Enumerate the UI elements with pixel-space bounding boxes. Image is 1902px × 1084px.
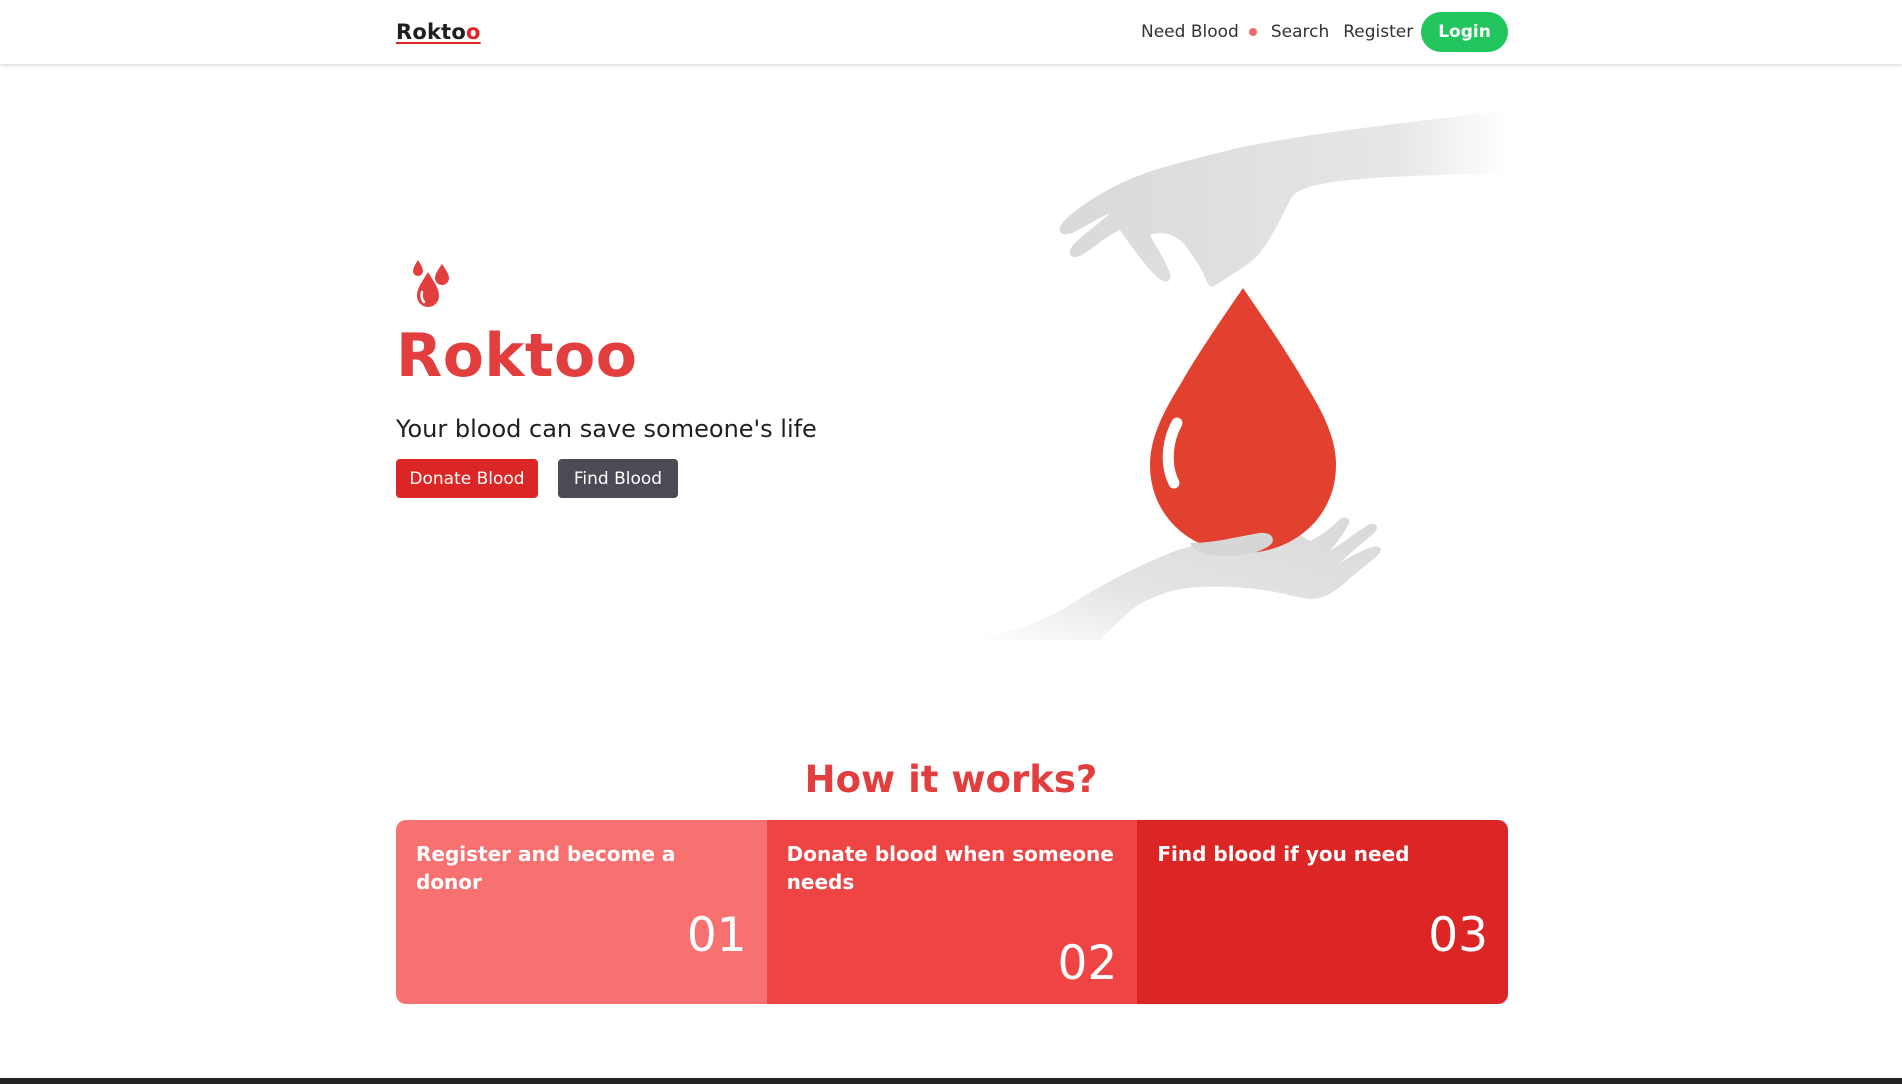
navbar: Roktoo Need Blood Search Register Login: [0, 0, 1902, 64]
find-blood-button[interactable]: Find Blood: [558, 459, 678, 498]
step-card-1: Register and become a donor 01: [396, 820, 767, 1004]
brand-text: Rokto: [396, 20, 467, 44]
brand-accent: o: [466, 20, 481, 44]
donate-blood-button[interactable]: Donate Blood: [396, 459, 538, 498]
brand-logo[interactable]: Roktoo: [396, 20, 481, 44]
footer-edge: [0, 1078, 1902, 1084]
nav-link-need-blood[interactable]: Need Blood: [1141, 22, 1239, 42]
notification-dot: [1248, 28, 1257, 36]
step-title: Register and become a donor: [416, 842, 676, 894]
step-title: Donate blood when someone needs: [786, 842, 1114, 894]
hands-blood-drop-illustration: [960, 105, 1520, 649]
nav-link-search[interactable]: Search: [1271, 22, 1329, 42]
step-number: 03: [1428, 908, 1489, 963]
nav-link-register[interactable]: Register: [1343, 22, 1413, 42]
steps-container: Register and become a donor 01 Donate bl…: [396, 820, 1508, 1004]
blood-drops-icon: [408, 258, 464, 318]
hero-title: Roktoo: [396, 321, 638, 391]
step-number: 01: [686, 908, 747, 963]
nav-links: Need Blood Search Register: [1141, 22, 1413, 42]
step-card-2: Donate blood when someone needs 02: [766, 820, 1138, 1004]
how-it-works-title: How it works?: [804, 758, 1098, 801]
login-button[interactable]: Login: [1421, 12, 1508, 52]
step-card-3: Find blood if you need 03: [1137, 820, 1508, 1004]
hero-tagline: Your blood can save someone's life: [396, 415, 817, 443]
step-number: 02: [1057, 936, 1118, 991]
step-title: Find blood if you need: [1157, 842, 1410, 866]
